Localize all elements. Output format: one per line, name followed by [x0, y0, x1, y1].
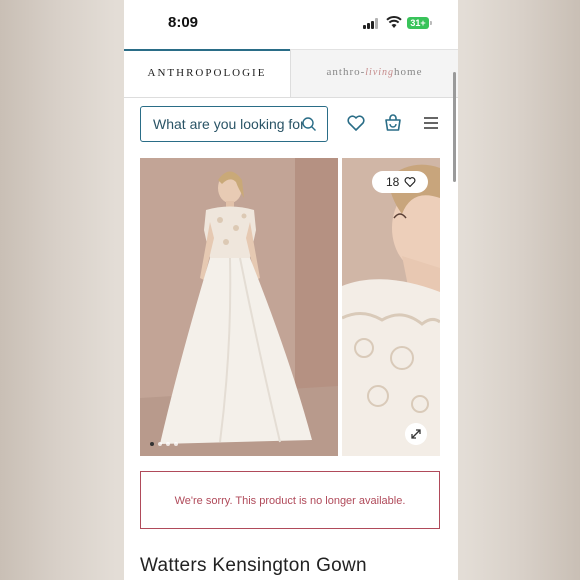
tab-anthro-living-home-label: anthro-livinghome — [291, 66, 458, 78]
living-prefix: anthro- — [326, 66, 366, 78]
bag-icon[interactable] — [383, 113, 403, 133]
wifi-icon — [386, 15, 402, 28]
carousel-dot[interactable] — [150, 442, 154, 446]
search-icon[interactable] — [301, 116, 317, 132]
phone-screen: 8:09 31+ ANTHROPOLOGIE anthro-livinghome — [124, 0, 458, 580]
living-suffix: home — [394, 66, 423, 78]
carousel-dot[interactable] — [174, 442, 178, 446]
status-bar: 8:09 31+ — [124, 0, 458, 46]
search-box[interactable] — [140, 106, 328, 142]
unavailable-notice-text: We're sorry. This product is no longer a… — [174, 495, 406, 507]
product-title: Watters Kensington Gown — [140, 555, 367, 576]
cellular-signal-icon — [363, 18, 379, 29]
brand-tabs: ANTHROPOLOGIE anthro-livinghome — [124, 49, 458, 98]
unavailable-notice: We're sorry. This product is no longer a… — [140, 471, 440, 529]
tab-anthro-living-home[interactable]: anthro-livinghome — [290, 49, 458, 97]
gown-photo — [140, 158, 338, 456]
carousel-dot[interactable] — [166, 442, 170, 446]
scrollbar[interactable] — [453, 72, 456, 182]
battery-tip — [430, 21, 432, 25]
wishlist-heart-icon[interactable] — [346, 113, 366, 133]
expand-icon[interactable] — [405, 423, 427, 445]
carousel-dot[interactable] — [158, 442, 162, 446]
product-image-detail[interactable] — [342, 158, 440, 456]
battery-icon: 31+ — [407, 17, 429, 29]
search-input[interactable] — [141, 107, 303, 141]
living-script: living — [365, 67, 395, 78]
status-time: 8:09 — [168, 14, 199, 31]
favorites-count: 18 — [386, 175, 400, 189]
tab-anthropologie[interactable]: ANTHROPOLOGIE — [124, 49, 290, 97]
favorites-badge[interactable]: 18 — [372, 171, 428, 193]
heart-icon — [404, 177, 416, 188]
menu-icon[interactable] — [421, 113, 441, 133]
product-image-main[interactable] — [140, 158, 338, 456]
tab-anthropologie-label: ANTHROPOLOGIE — [147, 67, 267, 79]
lace-detail-photo — [342, 158, 440, 456]
